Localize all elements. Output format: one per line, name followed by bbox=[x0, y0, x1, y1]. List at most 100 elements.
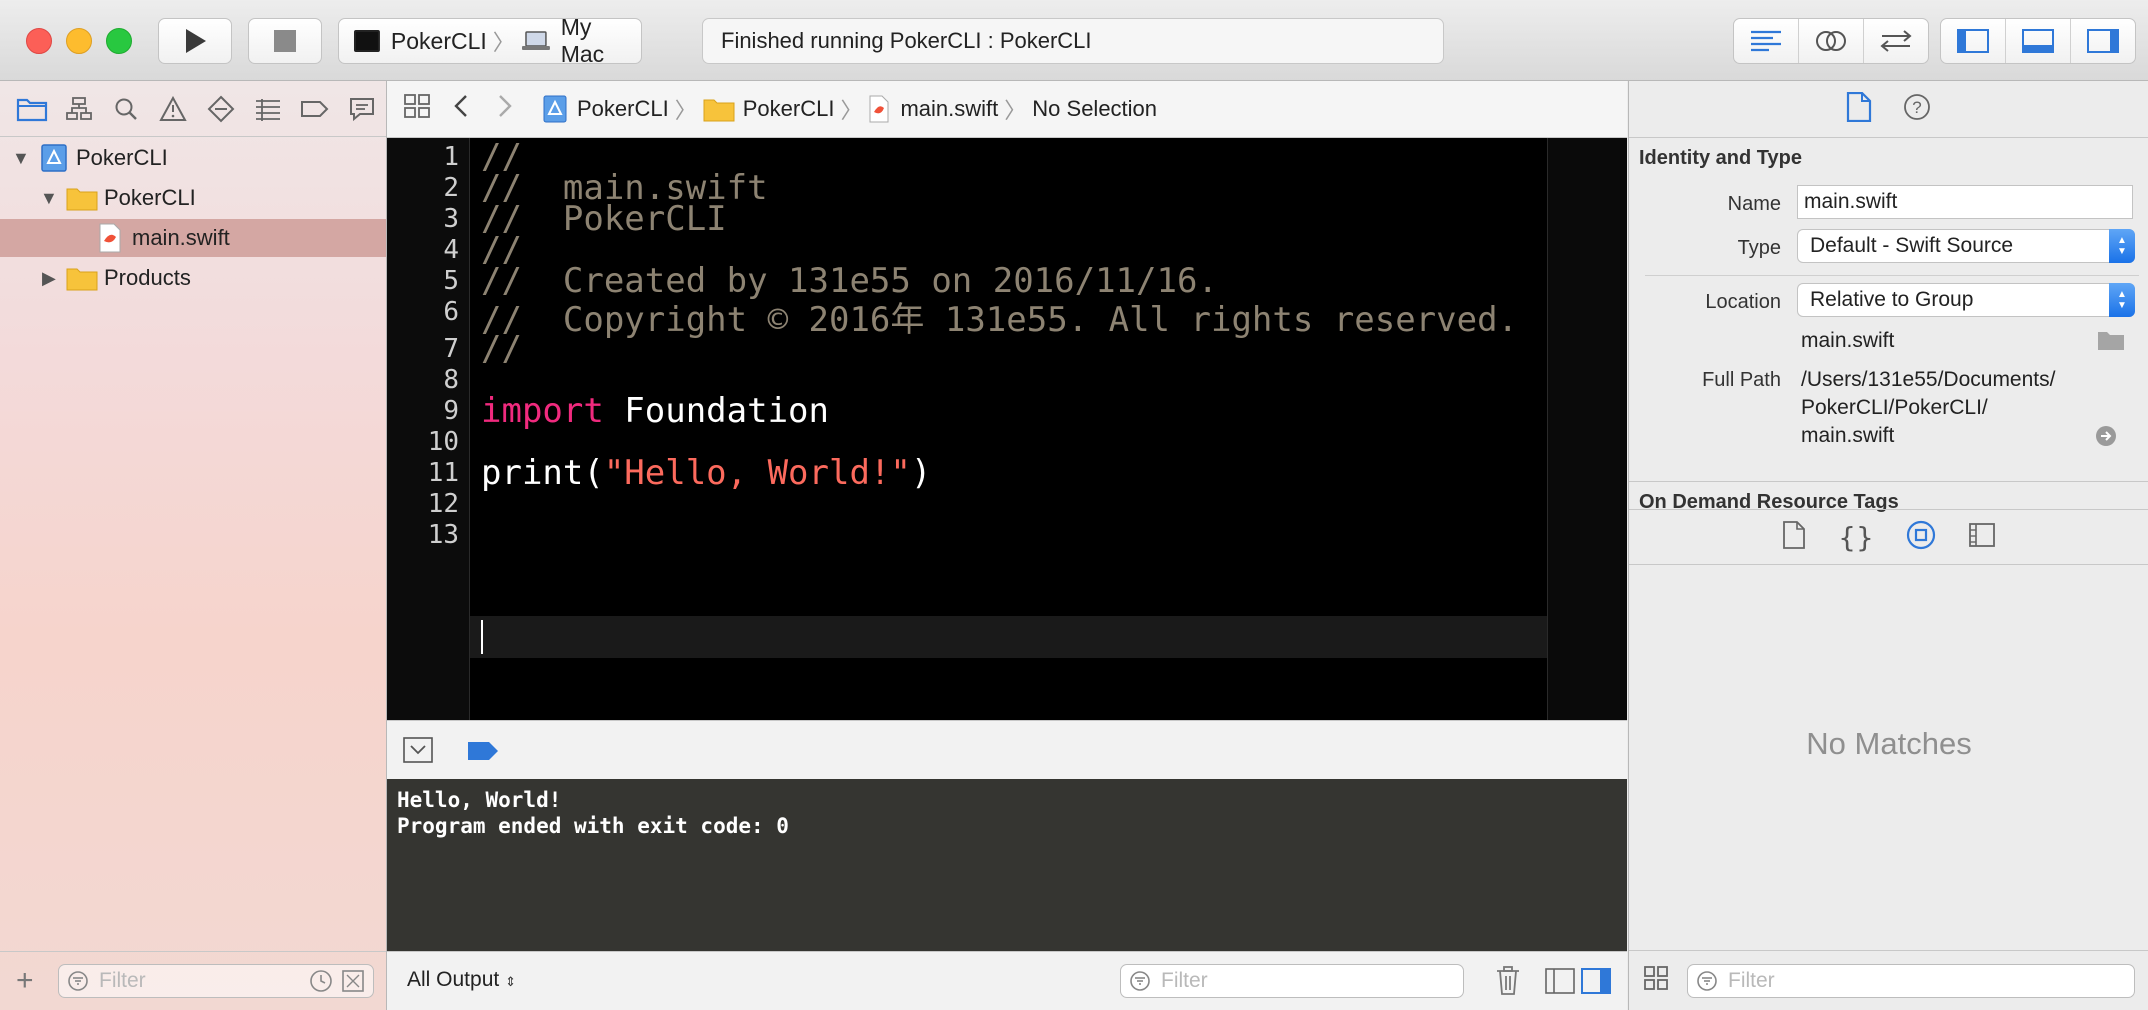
console-line: Program ended with exit code: 0 bbox=[397, 814, 789, 838]
library-filter-field[interactable]: Filter bbox=[1687, 963, 2135, 998]
scm-filter-icon[interactable] bbox=[341, 969, 365, 993]
line-number: 8 bbox=[443, 365, 459, 395]
standard-editor-button[interactable] bbox=[1734, 19, 1799, 63]
search-icon[interactable] bbox=[103, 89, 150, 129]
console-view-toggle-icon[interactable] bbox=[1581, 968, 1611, 999]
full-path-line: PokerCLI/PokerCLI/ bbox=[1801, 396, 1988, 419]
filter-placeholder: Filter bbox=[99, 969, 146, 992]
back-arrow-icon[interactable] bbox=[453, 93, 469, 125]
toggle-debug-area-button[interactable] bbox=[2006, 19, 2071, 63]
source-editor[interactable]: 1 2 3 4 5 6 7 8 9 10 11 12 13 // // main… bbox=[387, 138, 1627, 720]
quick-help-icon[interactable]: ? bbox=[1902, 92, 1932, 127]
file-type-value: Default - Swift Source bbox=[1810, 234, 2014, 257]
run-button[interactable] bbox=[158, 18, 232, 64]
assistant-editor-button[interactable] bbox=[1799, 19, 1864, 63]
tree-item-label: main.swift bbox=[132, 225, 230, 250]
related-items-icon[interactable] bbox=[403, 93, 433, 125]
tree-item-group-products[interactable]: ▶ Products bbox=[0, 259, 386, 297]
variables-view-toggle-icon[interactable] bbox=[1545, 968, 1575, 999]
file-template-library-icon[interactable] bbox=[1782, 520, 1806, 554]
hierarchy-icon[interactable] bbox=[55, 89, 102, 129]
trash-icon[interactable] bbox=[1495, 966, 1521, 1001]
play-icon bbox=[186, 29, 206, 53]
disclosure-collapsed-icon[interactable]: ▶ bbox=[42, 268, 56, 289]
object-library-icon[interactable] bbox=[1906, 520, 1936, 555]
hide-debug-area-icon[interactable] bbox=[403, 737, 433, 768]
folder-icon bbox=[66, 188, 98, 211]
text-cursor bbox=[481, 620, 483, 654]
disclosure-expanded-icon[interactable]: ▼ bbox=[12, 148, 30, 169]
console-filter-field[interactable]: Filter bbox=[1120, 964, 1464, 998]
folder-nav-icon[interactable] bbox=[8, 89, 55, 129]
choose-folder-icon[interactable] bbox=[2097, 329, 2125, 356]
chevron-right-icon: 〉 bbox=[840, 98, 863, 123]
tree-item-main-swift[interactable]: main.swift bbox=[0, 219, 386, 257]
reveal-in-finder-icon[interactable] bbox=[2095, 425, 2117, 452]
jump-item-label: PokerCLI bbox=[742, 96, 835, 121]
minimize-window-button[interactable] bbox=[66, 28, 92, 54]
debug-list-icon[interactable] bbox=[244, 89, 291, 129]
location-label: Location bbox=[1705, 291, 1781, 313]
jump-item-label: PokerCLI bbox=[577, 96, 669, 121]
line-number: 12 bbox=[427, 489, 459, 519]
console-output[interactable]: Hello, World! Program ended with exit co… bbox=[387, 779, 1627, 951]
code-line: import Foundation bbox=[481, 391, 829, 431]
scheme-selector[interactable]: PokerCLI 〉 My Mac bbox=[338, 14, 642, 67]
line-number: 13 bbox=[427, 520, 459, 550]
chevron-right-icon: 〉 bbox=[674, 98, 697, 123]
toggle-navigator-button[interactable] bbox=[1941, 19, 2006, 63]
breakpoint-icon[interactable] bbox=[292, 89, 339, 129]
string-token: "Hello, World!" bbox=[603, 453, 911, 493]
name-field[interactable]: main.swift bbox=[1797, 185, 2133, 219]
tree-item-group-pokercli[interactable]: ▼ PokerCLI bbox=[0, 179, 386, 217]
add-icon[interactable]: + bbox=[16, 964, 44, 998]
close-window-button[interactable] bbox=[26, 28, 52, 54]
stop-button[interactable] bbox=[248, 18, 322, 64]
line-number: 1 bbox=[443, 142, 459, 172]
location-value: Relative to Group bbox=[1810, 288, 1974, 311]
type-label: Type bbox=[1737, 237, 1781, 259]
jump-bar: PokerCLI 〉 PokerCLI 〉 main.swift 〉 No Se… bbox=[387, 81, 1627, 138]
code-snippet-library-icon[interactable]: {} bbox=[1838, 521, 1874, 554]
location-file-name: main.swift bbox=[1801, 329, 1895, 352]
report-bubble-icon[interactable] bbox=[339, 89, 386, 129]
recent-clock-icon[interactable] bbox=[309, 969, 333, 993]
toolbar: PokerCLI 〉 My Mac Finished running Poker… bbox=[0, 0, 2148, 81]
left-panel-icon bbox=[1957, 29, 1989, 53]
line-number: 2 bbox=[443, 173, 459, 203]
line-number: 3 bbox=[443, 204, 459, 234]
up-down-chevron-icon: ⇕ bbox=[505, 974, 516, 989]
location-popup[interactable]: Relative to Group ▲ ▼ bbox=[1797, 283, 2135, 317]
tree-item-project[interactable]: ▼ PokerCLI bbox=[0, 139, 386, 177]
scheme-device-label: My Mac bbox=[560, 14, 605, 67]
jump-item-project[interactable]: PokerCLI bbox=[543, 95, 669, 123]
media-library-icon[interactable] bbox=[1968, 522, 1996, 553]
jump-item-group[interactable]: PokerCLI bbox=[703, 96, 835, 122]
console-bottom-bar: All Output ⇕ Filter bbox=[387, 951, 1627, 1010]
svg-text:?: ? bbox=[1912, 98, 1921, 117]
file-type-popup[interactable]: Default - Swift Source ▲ ▼ bbox=[1797, 229, 2135, 263]
jump-item-file[interactable]: main.swift bbox=[868, 95, 998, 123]
zoom-window-button[interactable] bbox=[106, 28, 132, 54]
output-mode-popup[interactable]: All Output ⇕ bbox=[407, 968, 516, 992]
jump-item-symbol[interactable]: No Selection bbox=[1032, 96, 1157, 122]
xcode-project-icon bbox=[41, 144, 67, 172]
test-diamond-icon[interactable] bbox=[197, 89, 244, 129]
version-editor-button[interactable] bbox=[1864, 19, 1928, 63]
popup-arrows-icon: ▲ ▼ bbox=[2109, 283, 2135, 317]
breakpoints-toggle-icon[interactable] bbox=[467, 741, 499, 766]
toggle-inspector-button[interactable] bbox=[2071, 19, 2135, 63]
forward-arrow-icon[interactable] bbox=[497, 93, 513, 125]
disclosure-expanded-icon[interactable]: ▼ bbox=[40, 188, 58, 209]
terminal-icon bbox=[353, 30, 380, 52]
library-tab-bar: {} bbox=[1629, 509, 2148, 565]
swap-arrows-icon bbox=[1880, 30, 1912, 52]
file-inspector-icon[interactable] bbox=[1846, 91, 1872, 127]
xcode-window: PokerCLI 〉 My Mac Finished running Poker… bbox=[0, 0, 2148, 1010]
name-label: Name bbox=[1727, 193, 1781, 215]
warning-icon[interactable] bbox=[150, 89, 197, 129]
chevron-right-icon: 〉 bbox=[1004, 98, 1027, 123]
line-number: 6 bbox=[443, 297, 459, 327]
grid-view-icon[interactable] bbox=[1643, 965, 1669, 996]
navigator-filter-field[interactable]: Filter bbox=[58, 964, 374, 998]
